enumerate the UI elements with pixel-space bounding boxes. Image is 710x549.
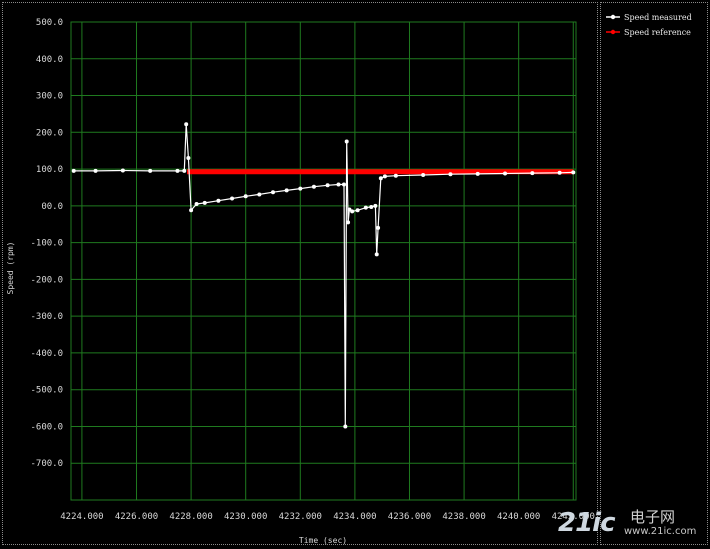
- data-point-measured: [421, 172, 426, 177]
- data-point-measured: [182, 168, 187, 173]
- y-axis-label: Speed (rpm): [6, 242, 15, 295]
- data-point-measured: [393, 173, 398, 178]
- data-point-measured: [378, 176, 383, 181]
- data-point-measured: [93, 168, 98, 173]
- data-point-measured: [355, 208, 360, 213]
- data-point-measured: [557, 170, 562, 175]
- data-point-measured: [189, 208, 194, 213]
- data-point-measured: [175, 168, 180, 173]
- data-point-measured: [311, 184, 316, 189]
- data-point-measured: [363, 205, 368, 210]
- data-point-measured: [120, 168, 125, 173]
- data-point-measured: [202, 200, 207, 205]
- y-tick-label: 100.0: [36, 165, 63, 175]
- x-tick-label: 4240.000: [497, 512, 540, 522]
- y-tick-label: 400.0: [36, 55, 63, 65]
- x-tick-labels: 4224.000 4226.000 4228.000 4230.000 4232.000…: [60, 512, 595, 522]
- plot-area: [71, 22, 576, 500]
- data-point-measured: [344, 139, 349, 144]
- data-point-measured: [503, 171, 508, 176]
- data-point-measured: [186, 156, 191, 161]
- data-point-measured: [530, 171, 535, 176]
- y-tick-label: -200.0: [30, 275, 63, 285]
- y-tick-label: 00.0: [41, 202, 63, 212]
- y-tick-label: -600.0: [30, 422, 63, 432]
- data-point-measured: [475, 171, 480, 176]
- data-point-measured: [298, 186, 303, 191]
- watermark-brand: 21ic: [558, 508, 616, 538]
- y-tick-labels: 500.0 400.0 300.0 200.0 100.0 00.0 -100.0 -200.…: [30, 18, 63, 469]
- watermark-logo: 21ic 电子网 www.21ic.com: [558, 506, 708, 546]
- data-point-measured: [184, 122, 189, 127]
- data-point-measured: [336, 182, 341, 187]
- x-tick-label: 4232.000: [279, 512, 322, 522]
- legend-entry: Speed measured: [624, 13, 692, 22]
- y-tick-label: -300.0: [30, 312, 63, 322]
- data-point-measured: [374, 252, 379, 257]
- data-point-measured: [243, 194, 248, 199]
- data-point-measured: [148, 168, 153, 173]
- x-tick-label: 4226.000: [115, 512, 158, 522]
- data-point-measured: [343, 424, 348, 429]
- x-tick-label: 4224.000: [60, 512, 103, 522]
- x-tick-label: 4230.000: [224, 512, 267, 522]
- y-tick-label: 200.0: [36, 128, 63, 138]
- legend-swatch-marker: [610, 29, 616, 35]
- x-axis-label: Time (sec): [299, 536, 347, 545]
- data-point-measured: [382, 174, 387, 179]
- data-point-measured: [373, 203, 378, 208]
- legend: Speed measured Speed reference: [606, 13, 692, 37]
- watermark-cn: 电子网: [630, 508, 676, 526]
- y-tick-label: -700.0: [30, 459, 63, 469]
- data-point-measured: [350, 209, 355, 214]
- watermark-url: www.21ic.com: [624, 526, 697, 537]
- x-tick-label: 4228.000: [169, 512, 212, 522]
- data-point-measured: [271, 190, 275, 195]
- y-tick-label: -100.0: [30, 239, 63, 249]
- x-tick-label: 4236.000: [388, 512, 431, 522]
- x-tick-label: 4234.000: [333, 512, 376, 522]
- speed-chart: 500.0 400.0 300.0 200.0 100.0 00.0 -100.0 -200.…: [6, 13, 692, 545]
- data-point-measured: [194, 202, 199, 207]
- y-tick-label: -400.0: [30, 349, 63, 359]
- x-tick-label: 4238.000: [442, 512, 485, 522]
- data-point-measured: [284, 188, 289, 193]
- data-point-measured: [71, 168, 76, 173]
- legend-swatch-marker: [610, 14, 616, 20]
- data-point-measured: [341, 182, 346, 187]
- data-point-measured: [376, 225, 381, 230]
- data-point-measured: [369, 204, 374, 209]
- y-tick-label: -500.0: [30, 386, 63, 396]
- legend-entry: Speed reference: [624, 28, 691, 37]
- data-point-measured: [216, 198, 221, 203]
- y-tick-label: 300.0: [36, 92, 63, 102]
- data-point-measured: [325, 183, 330, 188]
- data-point-measured: [257, 192, 262, 197]
- data-point-measured: [571, 170, 576, 175]
- data-point-measured: [230, 196, 235, 201]
- data-point-measured: [346, 220, 351, 225]
- data-point-measured: [448, 172, 453, 177]
- y-tick-label: 500.0: [36, 18, 63, 28]
